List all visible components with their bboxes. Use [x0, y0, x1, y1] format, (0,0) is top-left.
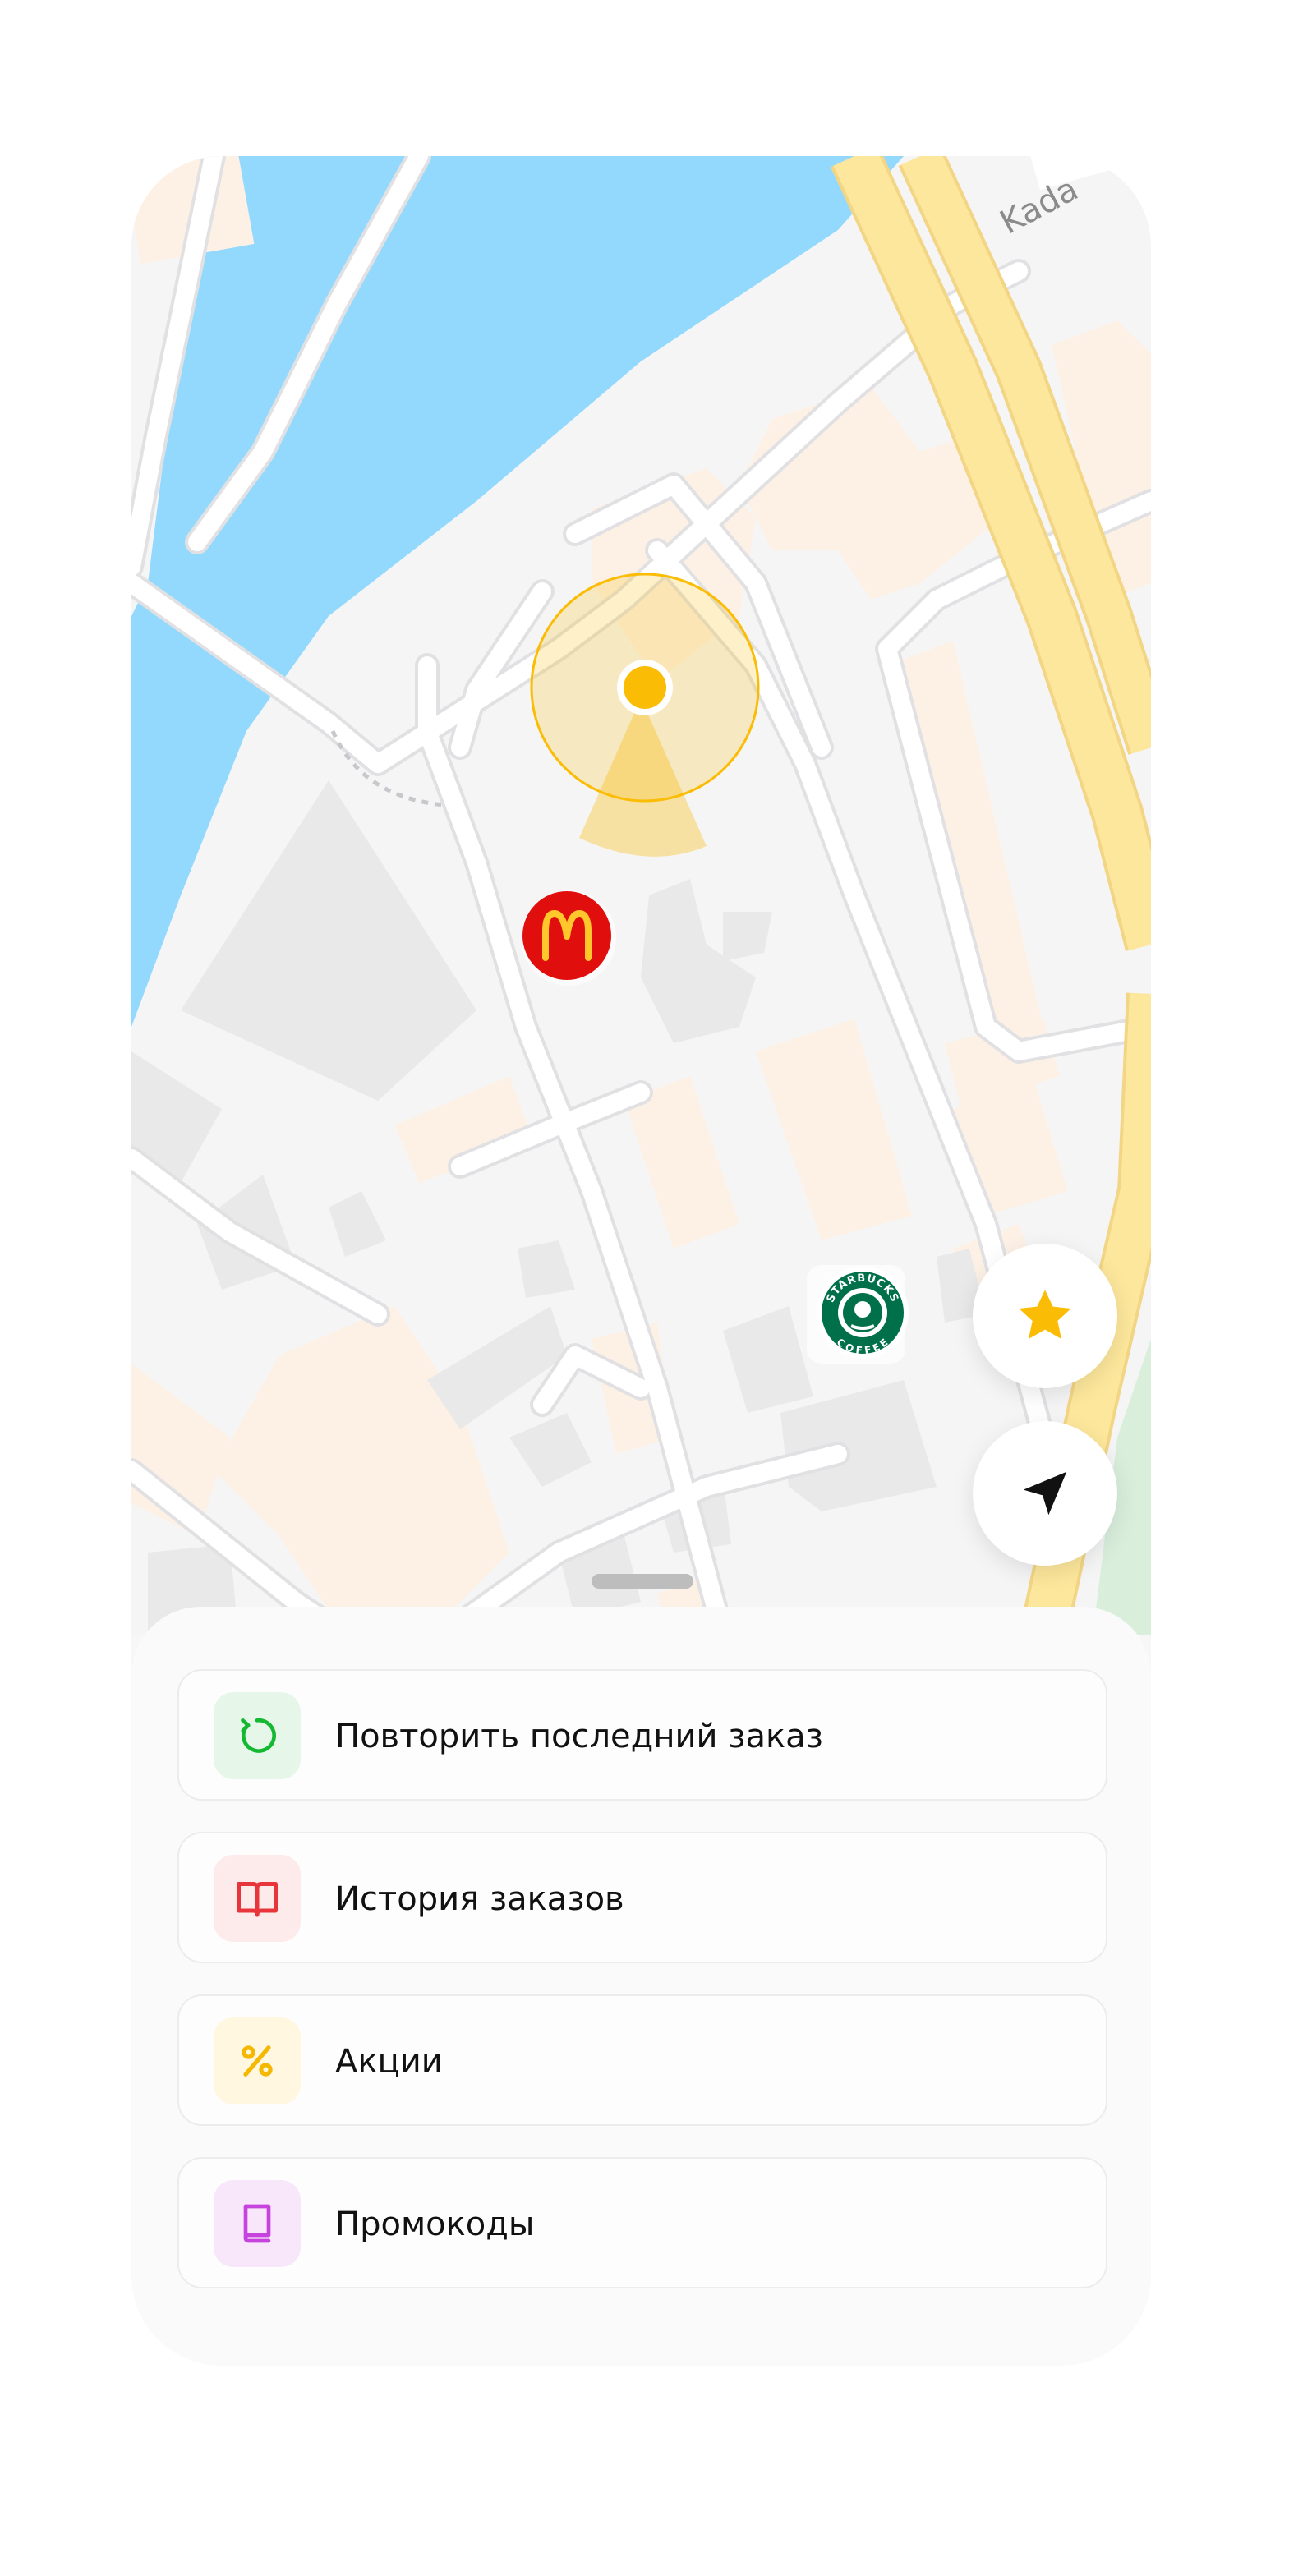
navigation-arrow-icon	[1023, 1471, 1067, 1516]
favorites-button[interactable]	[973, 1244, 1117, 1388]
user-location-dot	[624, 666, 666, 709]
menu-item-label: Акции	[335, 2043, 443, 2081]
promo-codes-item[interactable]: Промокоды	[177, 2157, 1107, 2288]
repeat-icon	[241, 1718, 276, 1753]
locate-me-button[interactable]	[973, 1421, 1117, 1566]
mcdonalds-pin[interactable]	[521, 890, 616, 986]
menu-item-label: История заказов	[335, 1880, 624, 1918]
menu-item-label: Повторить последний заказ	[335, 1718, 823, 1755]
book-open-icon-badge	[214, 1855, 301, 1942]
book-open-icon	[237, 1882, 278, 1917]
percent-icon	[242, 2045, 273, 2077]
sheet-drag-handle[interactable]	[592, 1574, 693, 1589]
order-history-item[interactable]: История заказов	[177, 1832, 1107, 1963]
phone-screen: STARBUCKS COFFEE Kada Повторить последни…	[131, 156, 1151, 2366]
percent-icon-badge	[214, 2017, 301, 2104]
repeat-icon-badge	[214, 1692, 301, 1779]
map-canvas[interactable]: STARBUCKS COFFEE	[131, 156, 1151, 1635]
book-icon-badge	[214, 2180, 301, 2267]
map-view[interactable]: STARBUCKS COFFEE Kada	[131, 156, 1151, 1635]
repeat-last-order-item[interactable]: Повторить последний заказ	[177, 1669, 1107, 1801]
promotions-item[interactable]: Акции	[177, 1994, 1107, 2126]
book-icon	[243, 2204, 271, 2243]
starbucks-pin[interactable]: STARBUCKS COFFEE	[807, 1265, 909, 1364]
star-icon	[1019, 1290, 1071, 1339]
menu-item-label: Промокоды	[335, 2206, 535, 2243]
